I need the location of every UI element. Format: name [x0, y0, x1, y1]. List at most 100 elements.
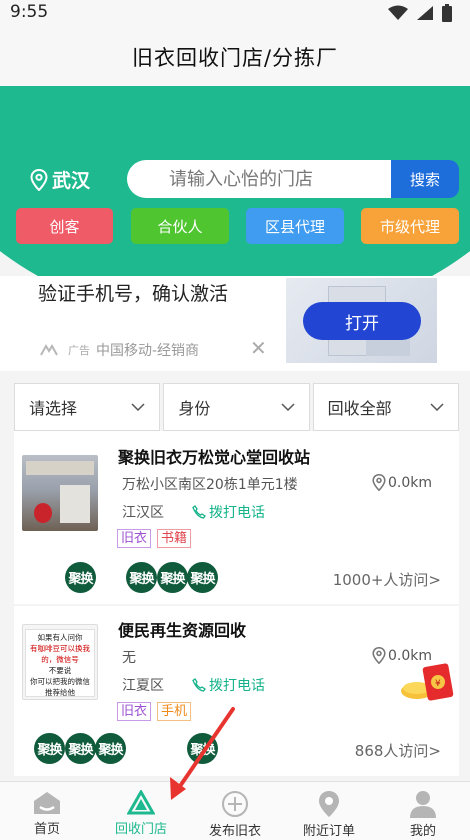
status-time: 9:55 [10, 2, 49, 22]
role-label: 市级代理 [379, 217, 440, 236]
chevron-down-icon [281, 403, 295, 411]
badge-icon: 聚换 [126, 562, 157, 593]
search-input[interactable] [127, 160, 391, 198]
recycle-icon [127, 790, 155, 815]
store-tag: 书籍 [157, 529, 192, 548]
role-button-city-agent[interactable]: 市级代理 [361, 208, 459, 244]
store-list: 聚换旧衣万松觉心堂回收站 万松小区南区20栋1单元1楼 0.0km 江汉区 拨打… [14, 431, 459, 776]
chevron-down-icon [430, 403, 444, 411]
store-district: 江汉区 [122, 505, 164, 521]
filter-identity[interactable]: 身份 [163, 383, 310, 431]
filter-label: 回收全部 [327, 399, 392, 418]
svg-text:¥: ¥ [435, 679, 441, 689]
filter-recycle-type[interactable]: 回收全部 [312, 383, 459, 431]
chevron-down-icon [131, 403, 145, 411]
nav-nearby-orders[interactable]: 附近订单 [282, 782, 376, 840]
ad-title: 验证手机号，确认激活 [38, 283, 229, 305]
nav-profile[interactable]: 我的 [376, 782, 470, 840]
title-bar: 旧衣回收门店/分拣厂 [0, 28, 470, 86]
nav-label: 回收门店 [114, 822, 167, 837]
visit-count[interactable]: 1000+人访问> [333, 569, 441, 590]
city-label: 武汉 [52, 170, 91, 192]
phone-icon [192, 505, 206, 519]
call-label: 拨打电话 [209, 505, 265, 521]
badge-icon: 聚换 [187, 562, 218, 593]
store-photo [22, 455, 98, 531]
filter-bar: 请选择 身份 回收全部 [14, 383, 459, 431]
role-button-county-agent[interactable]: 区县代理 [246, 208, 344, 244]
call-phone-link[interactable]: 拨打电话 [192, 502, 265, 522]
ad-logo-icon [40, 344, 58, 356]
badge-icon: 聚换 [187, 733, 218, 764]
store-name: 便民再生资源回收 [118, 621, 247, 640]
bottom-nav: 首页 回收门店 发布旧衣 附近订单 我的 [0, 781, 470, 840]
distance-value: 0.0km [388, 474, 433, 491]
store-tags: 旧衣 书籍 [117, 529, 192, 548]
store-tags: 旧衣 手机 [117, 702, 192, 721]
nav-recycle-stores[interactable]: 回收门店 [94, 782, 188, 840]
visit-count[interactable]: 868人访问> [355, 740, 441, 761]
phone-icon [192, 678, 206, 692]
nav-home[interactable]: 首页 [0, 782, 94, 840]
photo-stand [60, 485, 90, 523]
role-button-partner[interactable]: 合伙人 [131, 208, 229, 244]
ad-tag: 广告 [68, 344, 90, 357]
home-icon [34, 792, 60, 814]
role-button-maker[interactable]: 创客 [16, 208, 113, 244]
add-circle-icon [222, 791, 248, 817]
store-photo: 如果有人问你 有咖啡豆可以换我的，微信号 不要说 你可以把我的微信 推荐给他 [22, 624, 98, 700]
badge-icon: 聚换 [34, 733, 65, 764]
ad-source: 广告 中国移动-经销商 [40, 340, 199, 360]
location-pin-icon [372, 474, 386, 491]
status-icons [388, 4, 452, 22]
poster-line: 推荐给他 [45, 688, 75, 697]
filter-label: 请选择 [29, 399, 78, 418]
badge-label: 聚换 [190, 572, 215, 587]
badge-label: 聚换 [129, 572, 154, 587]
nav-label: 附近订单 [302, 824, 355, 839]
ad-source-text: 中国移动-经销商 [96, 343, 200, 359]
store-tag: 旧衣 [117, 529, 152, 548]
badge-icon: 聚换 [65, 562, 96, 593]
search-button[interactable]: 搜索 [391, 160, 459, 198]
store-card[interactable]: 如果有人问你 有咖啡豆可以换我的，微信号 不要说 你可以把我的微信 推荐给他 便… [14, 606, 459, 776]
poster-line: 不要说 [48, 666, 72, 675]
nav-post-clothes[interactable]: 发布旧衣 [188, 782, 282, 840]
call-phone-link[interactable]: 拨打电话 [192, 675, 265, 695]
badge-icon: 聚换 [65, 733, 96, 764]
store-poster: 如果有人问你 有咖啡豆可以换我的，微信号 不要说 你可以把我的微信 推荐给他 [25, 629, 95, 697]
signal-icon [417, 6, 433, 20]
close-icon[interactable]: ✕ [250, 336, 267, 360]
location-pin-icon [319, 791, 339, 817]
photo-sign [26, 461, 94, 475]
search-box[interactable] [127, 160, 391, 198]
filter-area[interactable]: 请选择 [14, 383, 161, 431]
store-card[interactable]: 聚换旧衣万松觉心堂回收站 万松小区南区20栋1单元1楼 0.0km 江汉区 拨打… [14, 431, 459, 604]
poster-line: 你可以把我的微信 [30, 677, 90, 686]
badge-label: 聚换 [190, 743, 215, 758]
badge-label: 聚换 [68, 572, 93, 587]
nav-label: 发布旧衣 [208, 824, 261, 839]
battery-icon [442, 4, 452, 22]
badge-icon: 聚换 [157, 562, 188, 593]
poster-line: 有咖啡豆可以换我的，微信号 [30, 644, 90, 664]
badge-icon: 聚换 [95, 733, 126, 764]
call-label: 拨打电话 [209, 678, 265, 694]
red-packet-icon[interactable]: ¥ [399, 661, 457, 703]
ad-banner[interactable]: 验证手机号，确认激活 广告 中国移动-经销商 ✕ 打开 [0, 276, 470, 371]
badge-label: 聚换 [37, 743, 62, 758]
badge-label: 聚换 [68, 743, 93, 758]
poster-line: 如果有人问你 [37, 633, 83, 642]
role-label: 区县代理 [264, 217, 325, 236]
store-district: 江夏区 [122, 678, 164, 694]
location-selector[interactable]: 武汉 [30, 166, 90, 193]
store-address: 万松小区南区20栋1单元1楼 [122, 477, 298, 493]
location-pin-icon [372, 647, 386, 664]
store-address: 无 [122, 650, 136, 666]
store-name: 聚换旧衣万松觉心堂回收站 [118, 448, 311, 467]
status-bar: 9:55 [0, 0, 470, 28]
ad-open-button[interactable]: 打开 [303, 302, 421, 340]
ad-image[interactable]: 打开 [286, 278, 437, 363]
wifi-icon [388, 5, 408, 20]
page-title: 旧衣回收门店/分拣厂 [131, 46, 339, 70]
